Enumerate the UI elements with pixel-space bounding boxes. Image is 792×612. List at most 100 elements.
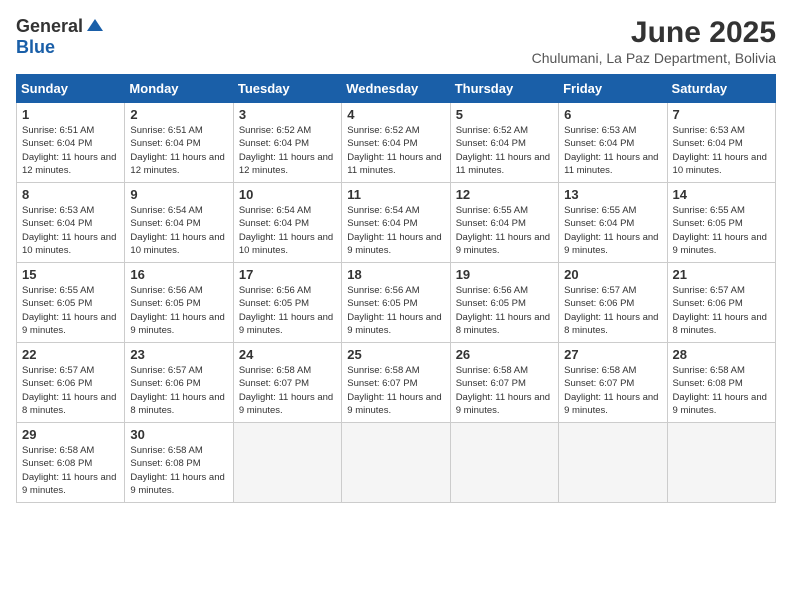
day-info: Sunrise: 6:52 AMSunset: 6:04 PMDaylight:…: [347, 124, 444, 177]
day-info: Sunrise: 6:58 AMSunset: 6:07 PMDaylight:…: [347, 364, 444, 417]
day-number: 26: [456, 347, 553, 362]
calendar-week-4: 22Sunrise: 6:57 AMSunset: 6:06 PMDayligh…: [17, 343, 776, 423]
day-cell-8: 8 Sunrise: 6:53 AMSunset: 6:04 PMDaylight…: [17, 183, 125, 263]
empty-cell: [559, 423, 667, 503]
day-info: Sunrise: 6:52 AMSunset: 6:04 PMDaylight:…: [456, 124, 553, 177]
day-cell-12: 12 Sunrise: 6:55 AMSunset: 6:04 PMDayligh…: [450, 183, 558, 263]
day-info: Sunrise: 6:56 AMSunset: 6:05 PMDaylight:…: [347, 284, 444, 337]
day-info: Sunrise: 6:56 AMSunset: 6:05 PMDaylight:…: [239, 284, 336, 337]
day-info: Sunrise: 6:53 AMSunset: 6:04 PMDaylight:…: [564, 124, 661, 177]
calendar-week-1: 1 Sunrise: 6:51 AMSunset: 6:04 PMDaylight…: [17, 103, 776, 183]
logo-icon: [85, 17, 105, 37]
calendar-week-5: 29 Sunrise: 6:58 AMSunset: 6:08 PMDayligh…: [17, 423, 776, 503]
empty-cell: [233, 423, 341, 503]
day-info: Sunrise: 6:52 AMSunset: 6:04 PMDaylight:…: [239, 124, 336, 177]
day-cell-7: 7 Sunrise: 6:53 AMSunset: 6:04 PMDaylight…: [667, 103, 775, 183]
day-number: 22: [22, 347, 119, 362]
day-cell-16: 16Sunrise: 6:56 AMSunset: 6:05 PMDayligh…: [125, 263, 233, 343]
day-info: Sunrise: 6:54 AMSunset: 6:04 PMDaylight:…: [239, 204, 336, 257]
day-info: Sunrise: 6:55 AMSunset: 6:05 PMDaylight:…: [673, 204, 770, 257]
day-info: Sunrise: 6:58 AMSunset: 6:08 PMDaylight:…: [22, 444, 119, 497]
day-header-friday: Friday: [559, 75, 667, 103]
day-info: Sunrise: 6:55 AMSunset: 6:04 PMDaylight:…: [456, 204, 553, 257]
day-number: 19: [456, 267, 553, 282]
day-number: 11: [347, 187, 444, 202]
logo: General Blue: [16, 16, 105, 58]
day-cell-23: 23Sunrise: 6:57 AMSunset: 6:06 PMDayligh…: [125, 343, 233, 423]
day-info: Sunrise: 6:53 AMSunset: 6:04 PMDaylight:…: [673, 124, 770, 177]
day-number: 21: [673, 267, 770, 282]
day-number: 29: [22, 427, 119, 442]
day-number: 14: [673, 187, 770, 202]
day-info: Sunrise: 6:53 AMSunset: 6:04 PMDaylight:…: [22, 204, 119, 257]
day-cell-28: 28 Sunrise: 6:58 AMSunset: 6:08 PMDayligh…: [667, 343, 775, 423]
day-cell-21: 21Sunrise: 6:57 AMSunset: 6:06 PMDayligh…: [667, 263, 775, 343]
day-number: 7: [673, 107, 770, 122]
empty-cell: [342, 423, 450, 503]
day-info: Sunrise: 6:58 AMSunset: 6:08 PMDaylight:…: [673, 364, 770, 417]
day-header-wednesday: Wednesday: [342, 75, 450, 103]
day-number: 4: [347, 107, 444, 122]
day-number: 1: [22, 107, 119, 122]
location-subtitle: Chulumani, La Paz Department, Bolivia: [532, 50, 776, 66]
day-cell-11: 11 Sunrise: 6:54 AMSunset: 6:04 PMDayligh…: [342, 183, 450, 263]
day-number: 12: [456, 187, 553, 202]
day-number: 18: [347, 267, 444, 282]
day-cell-24: 24Sunrise: 6:58 AMSunset: 6:07 PMDayligh…: [233, 343, 341, 423]
title-block: June 2025 Chulumani, La Paz Department, …: [532, 16, 776, 66]
day-number: 8: [22, 187, 119, 202]
day-cell-27: 27 Sunrise: 6:58 AMSunset: 6:07 PMDayligh…: [559, 343, 667, 423]
day-number: 10: [239, 187, 336, 202]
page-header: General Blue June 2025 Chulumani, La Paz…: [16, 16, 776, 66]
day-number: 6: [564, 107, 661, 122]
day-info: Sunrise: 6:51 AMSunset: 6:04 PMDaylight:…: [130, 124, 227, 177]
logo-blue-text: Blue: [16, 37, 55, 57]
logo-general-text: General: [16, 16, 83, 37]
day-cell-17: 17 Sunrise: 6:56 AMSunset: 6:05 PMDayligh…: [233, 263, 341, 343]
day-cell-14: 14 Sunrise: 6:55 AMSunset: 6:05 PMDayligh…: [667, 183, 775, 263]
day-number: 15: [22, 267, 119, 282]
day-info: Sunrise: 6:55 AMSunset: 6:05 PMDaylight:…: [22, 284, 119, 337]
day-number: 9: [130, 187, 227, 202]
day-cell-20: 20 Sunrise: 6:57 AMSunset: 6:06 PMDayligh…: [559, 263, 667, 343]
day-number: 23: [130, 347, 227, 362]
day-number: 13: [564, 187, 661, 202]
day-header-saturday: Saturday: [667, 75, 775, 103]
day-info: Sunrise: 6:58 AMSunset: 6:07 PMDaylight:…: [239, 364, 336, 417]
day-cell-10: 10 Sunrise: 6:54 AMSunset: 6:04 PMDayligh…: [233, 183, 341, 263]
day-cell-13: 13Sunrise: 6:55 AMSunset: 6:04 PMDayligh…: [559, 183, 667, 263]
day-cell-22: 22Sunrise: 6:57 AMSunset: 6:06 PMDayligh…: [17, 343, 125, 423]
day-header-thursday: Thursday: [450, 75, 558, 103]
day-cell-15: 15 Sunrise: 6:55 AMSunset: 6:05 PMDayligh…: [17, 263, 125, 343]
day-cell-6: 6 Sunrise: 6:53 AMSunset: 6:04 PMDaylight…: [559, 103, 667, 183]
day-number: 27: [564, 347, 661, 362]
calendar-week-3: 15 Sunrise: 6:55 AMSunset: 6:05 PMDayligh…: [17, 263, 776, 343]
day-number: 30: [130, 427, 227, 442]
day-cell-26: 26 Sunrise: 6:58 AMSunset: 6:07 PMDayligh…: [450, 343, 558, 423]
calendar-header-row: SundayMondayTuesdayWednesdayThursdayFrid…: [17, 75, 776, 103]
month-title: June 2025: [532, 16, 776, 50]
calendar-table: SundayMondayTuesdayWednesdayThursdayFrid…: [16, 74, 776, 503]
day-number: 17: [239, 267, 336, 282]
day-info: Sunrise: 6:54 AMSunset: 6:04 PMDaylight:…: [347, 204, 444, 257]
day-number: 25: [347, 347, 444, 362]
day-header-sunday: Sunday: [17, 75, 125, 103]
day-number: 28: [673, 347, 770, 362]
day-number: 2: [130, 107, 227, 122]
day-info: Sunrise: 6:56 AMSunset: 6:05 PMDaylight:…: [456, 284, 553, 337]
day-number: 20: [564, 267, 661, 282]
day-info: Sunrise: 6:57 AMSunset: 6:06 PMDaylight:…: [564, 284, 661, 337]
day-cell-1: 1Sunrise: 6:51 AMSunset: 6:04 PMDaylight…: [17, 103, 125, 183]
day-info: Sunrise: 6:58 AMSunset: 6:08 PMDaylight:…: [130, 444, 227, 497]
day-cell-19: 19 Sunrise: 6:56 AMSunset: 6:05 PMDayligh…: [450, 263, 558, 343]
day-cell-29: 29 Sunrise: 6:58 AMSunset: 6:08 PMDayligh…: [17, 423, 125, 503]
day-info: Sunrise: 6:58 AMSunset: 6:07 PMDaylight:…: [456, 364, 553, 417]
day-header-tuesday: Tuesday: [233, 75, 341, 103]
day-number: 5: [456, 107, 553, 122]
day-info: Sunrise: 6:58 AMSunset: 6:07 PMDaylight:…: [564, 364, 661, 417]
day-cell-3: 3Sunrise: 6:52 AMSunset: 6:04 PMDaylight…: [233, 103, 341, 183]
day-cell-5: 5 Sunrise: 6:52 AMSunset: 6:04 PMDaylight…: [450, 103, 558, 183]
calendar-week-2: 8 Sunrise: 6:53 AMSunset: 6:04 PMDaylight…: [17, 183, 776, 263]
day-cell-18: 18 Sunrise: 6:56 AMSunset: 6:05 PMDayligh…: [342, 263, 450, 343]
day-header-monday: Monday: [125, 75, 233, 103]
